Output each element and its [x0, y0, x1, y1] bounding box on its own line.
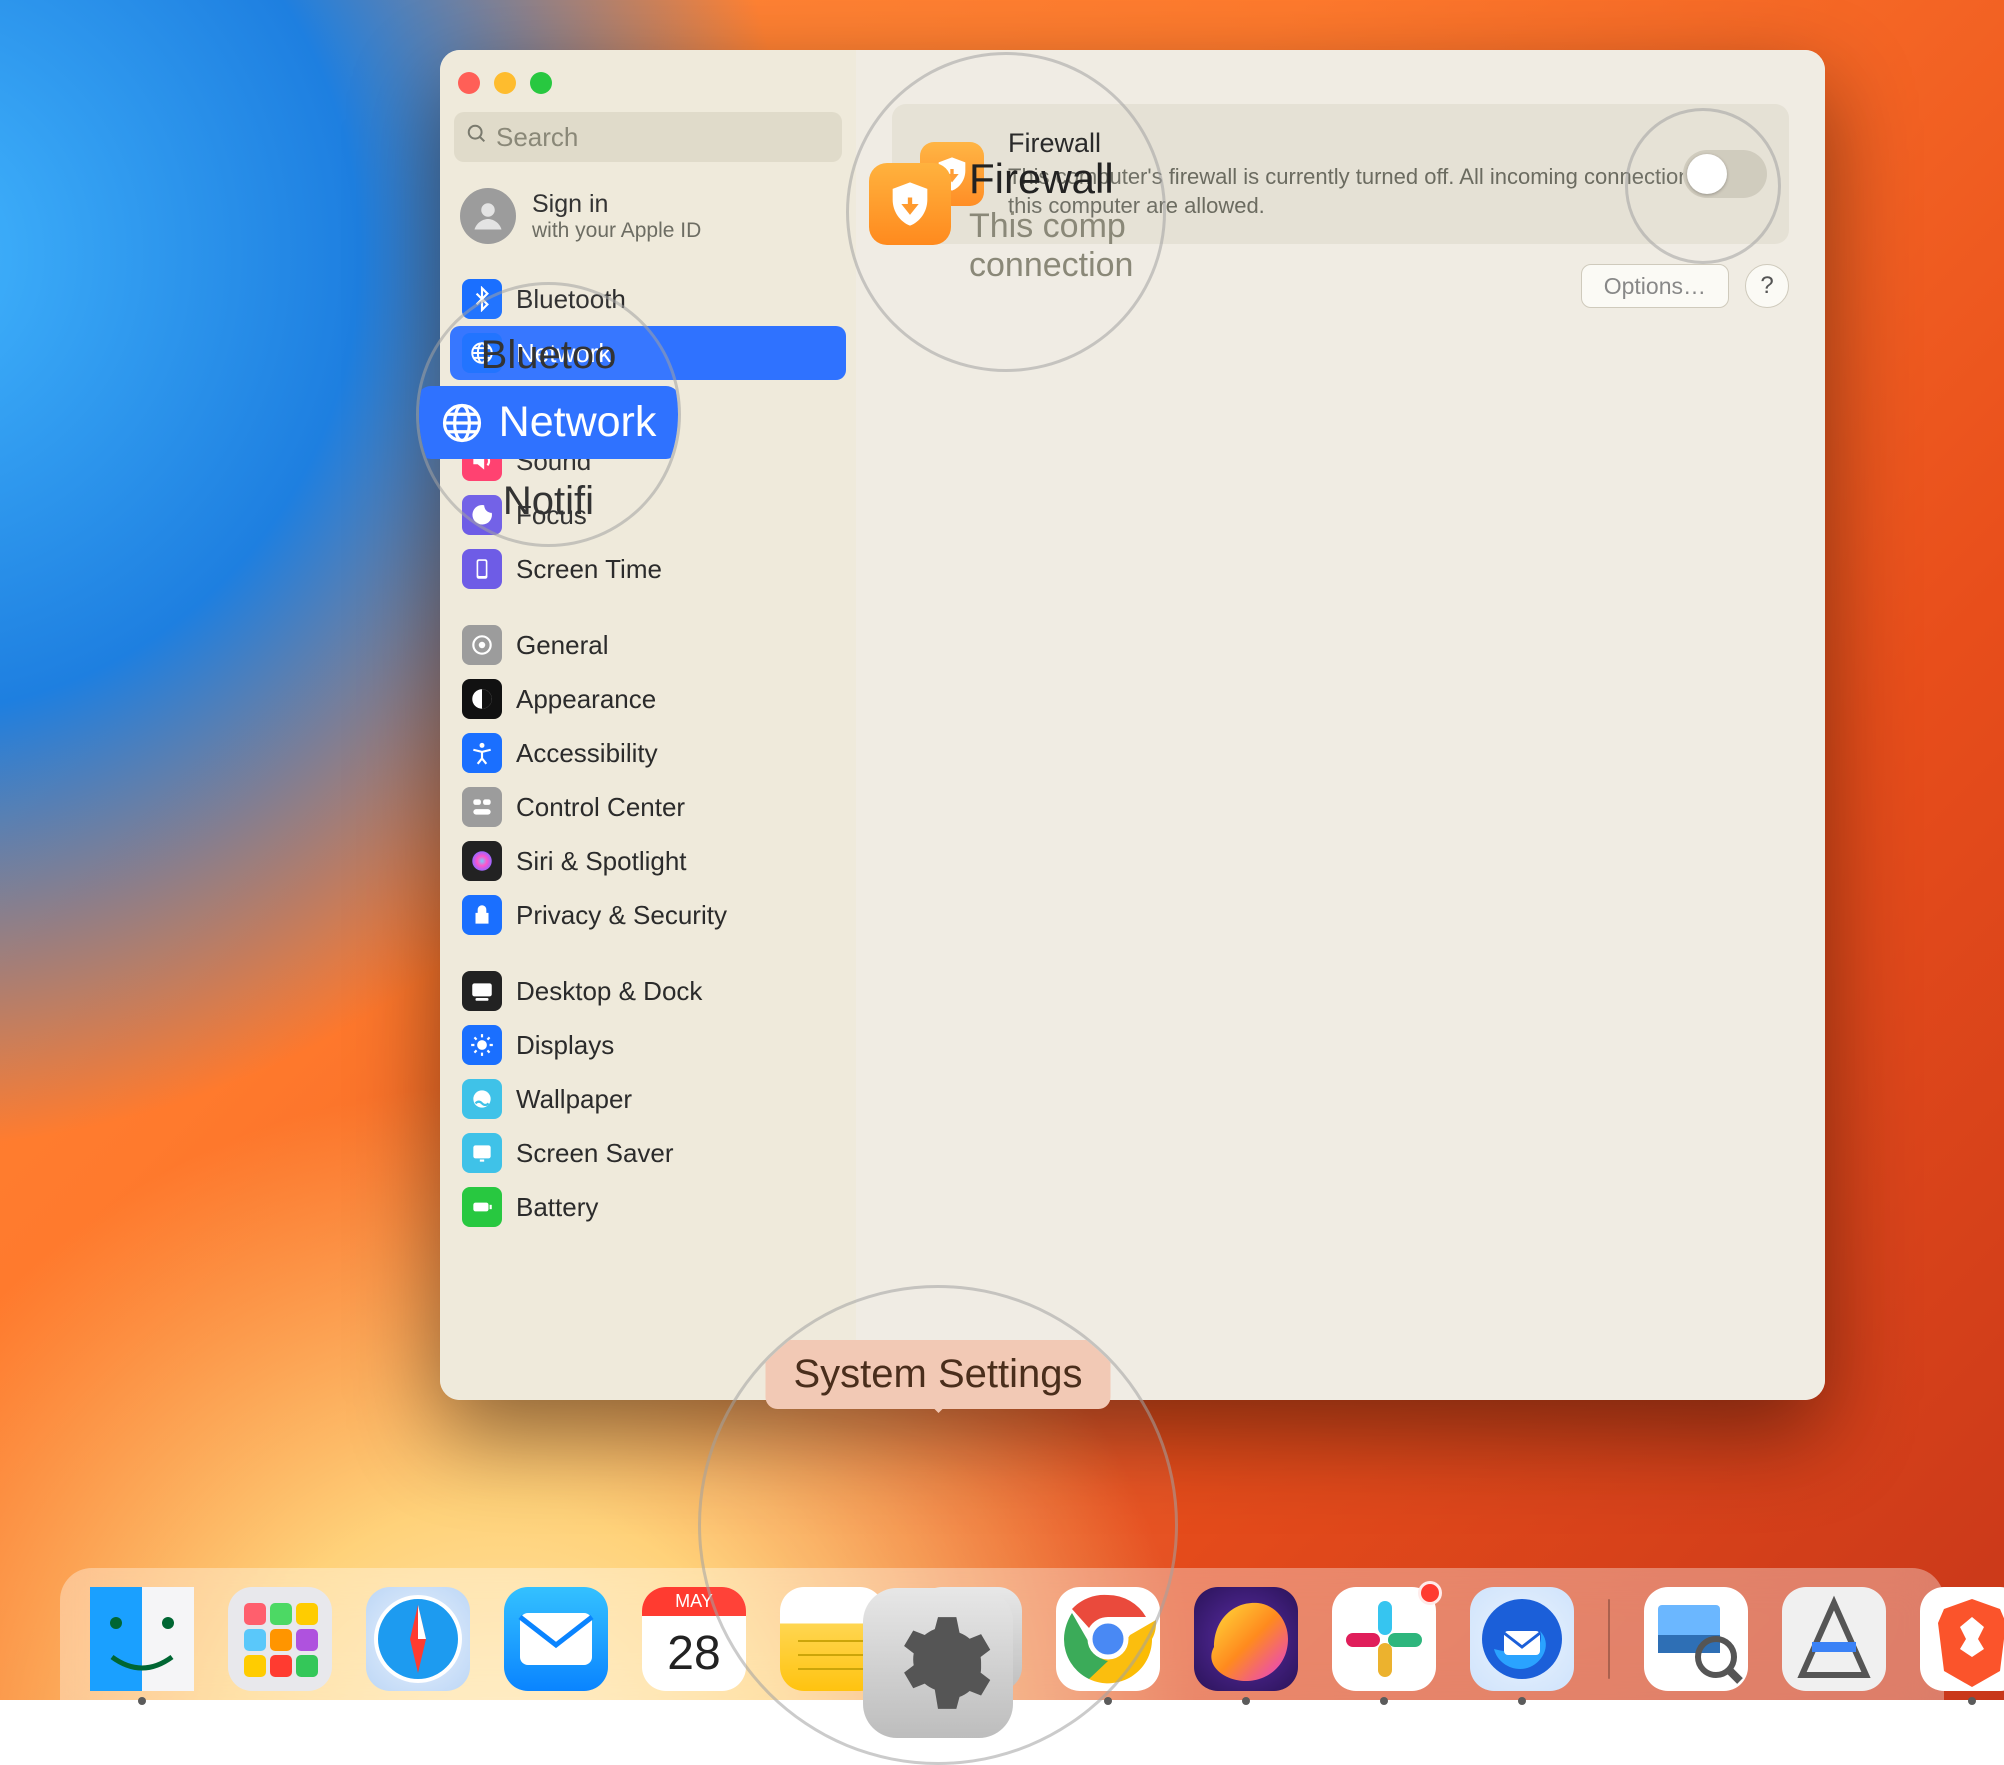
sidebar-item-desktop-dock[interactable]: Desktop & Dock	[450, 964, 846, 1018]
dock-mail[interactable]	[504, 1587, 608, 1691]
sidebar-item-label: Wallpaper	[516, 1084, 632, 1115]
notifications-icon	[462, 387, 502, 427]
sidebar-item-general[interactable]: General	[450, 618, 846, 672]
sidebar-item-accessibility[interactable]: Accessibility	[450, 726, 846, 780]
dock-separator	[1608, 1599, 1610, 1679]
sidebar-item-sound[interactable]: Sound	[450, 434, 846, 488]
close-button[interactable]	[458, 72, 480, 94]
sidebar-item-focus[interactable]: Focus	[450, 488, 846, 542]
sidebar-item-bluetooth[interactable]: Bluetooth	[450, 272, 846, 326]
system-settings-window: Sign in with your Apple ID Bluetooth Netw…	[440, 50, 1825, 1400]
sidebar-item-label: Notifications	[516, 392, 658, 423]
dock-chrome[interactable]	[1056, 1587, 1160, 1691]
sidebar-item-label: Screen Saver	[516, 1138, 674, 1169]
search-input[interactable]	[454, 112, 842, 162]
battery-icon	[462, 1187, 502, 1227]
sidebar: Sign in with your Apple ID Bluetooth Netw…	[440, 50, 856, 1400]
displays-icon	[462, 1025, 502, 1065]
dock-calendar[interactable]: MAY28	[642, 1587, 746, 1691]
dock-brave[interactable]	[1920, 1587, 2004, 1691]
desktop-dock-icon	[462, 971, 502, 1011]
sidebar-item-screen-saver[interactable]: Screen Saver	[450, 1126, 846, 1180]
sign-in-subtitle: with your Apple ID	[532, 219, 701, 243]
dock-finder[interactable]	[90, 1587, 194, 1691]
sidebar-item-label: Control Center	[516, 792, 685, 823]
sidebar-item-control-center[interactable]: Control Center	[450, 780, 846, 834]
sidebar-item-siri-spotlight[interactable]: Siri & Spotlight	[450, 834, 846, 888]
sign-in-row[interactable]: Sign in with your Apple ID	[450, 180, 846, 266]
dock-safari[interactable]	[366, 1587, 470, 1691]
sidebar-item-label: Siri & Spotlight	[516, 846, 687, 877]
dock: MAY28	[60, 1568, 1944, 1700]
sidebar-item-label: Appearance	[516, 684, 656, 715]
window-controls	[450, 64, 846, 112]
firewall-card: Firewall This computer's firewall is cur…	[892, 104, 1789, 244]
dock-system-settings[interactable]	[918, 1587, 1022, 1691]
zoom-button[interactable]	[530, 72, 552, 94]
dock-firefox[interactable]	[1194, 1587, 1298, 1691]
sound-icon	[462, 441, 502, 481]
firewall-title: Firewall	[1008, 128, 1761, 159]
general-icon	[462, 625, 502, 665]
sign-in-title: Sign in	[532, 190, 701, 219]
network-icon	[462, 333, 502, 373]
sidebar-item-appearance[interactable]: Appearance	[450, 672, 846, 726]
dock-slack[interactable]	[1332, 1587, 1436, 1691]
content-pane: Firewall This computer's firewall is cur…	[856, 50, 1825, 1400]
dock-thunderbird[interactable]	[1470, 1587, 1574, 1691]
search-icon	[466, 123, 488, 151]
privacy-security-icon	[462, 895, 502, 935]
screen-time-icon	[462, 549, 502, 589]
dock-xcode[interactable]	[1782, 1587, 1886, 1691]
help-button[interactable]: ?	[1745, 264, 1789, 308]
avatar-icon	[460, 188, 516, 244]
accessibility-icon	[462, 733, 502, 773]
dock-preview[interactable]	[1644, 1587, 1748, 1691]
sidebar-item-label: Accessibility	[516, 738, 658, 769]
sidebar-item-label: General	[516, 630, 609, 661]
sidebar-item-label: Network	[516, 338, 611, 369]
firewall-toggle[interactable]	[1683, 150, 1767, 198]
sidebar-item-displays[interactable]: Displays	[450, 1018, 846, 1072]
control-center-icon	[462, 787, 502, 827]
sidebar-item-privacy-security[interactable]: Privacy & Security	[450, 888, 846, 942]
options-button[interactable]: Options…	[1581, 264, 1729, 308]
sidebar-item-label: Screen Time	[516, 554, 662, 585]
bluetooth-icon	[462, 279, 502, 319]
firewall-icon	[920, 142, 984, 206]
sidebar-item-label: Battery	[516, 1192, 598, 1223]
sidebar-item-label: Displays	[516, 1030, 614, 1061]
wallpaper-icon	[462, 1079, 502, 1119]
dock-launchpad[interactable]	[228, 1587, 332, 1691]
sidebar-item-label: Privacy & Security	[516, 900, 727, 931]
dock-notes[interactable]	[780, 1587, 884, 1691]
sidebar-item-battery[interactable]: Battery	[450, 1180, 846, 1234]
sidebar-item-label: Focus	[516, 500, 587, 531]
sidebar-item-screen-time[interactable]: Screen Time	[450, 542, 846, 596]
siri-spotlight-icon	[462, 841, 502, 881]
focus-icon	[462, 495, 502, 535]
sidebar-item-label: Desktop & Dock	[516, 976, 702, 1007]
sidebar-item-label: Sound	[516, 446, 591, 477]
sidebar-item-notifications[interactable]: Notifications	[450, 380, 846, 434]
firewall-description: This computer's firewall is currently tu…	[1008, 163, 1728, 220]
appearance-icon	[462, 679, 502, 719]
screen-saver-icon	[462, 1133, 502, 1173]
sidebar-item-wallpaper[interactable]: Wallpaper	[450, 1072, 846, 1126]
sidebar-item-network[interactable]: Network	[450, 326, 846, 380]
sidebar-item-label: Bluetooth	[516, 284, 626, 315]
minimize-button[interactable]	[494, 72, 516, 94]
